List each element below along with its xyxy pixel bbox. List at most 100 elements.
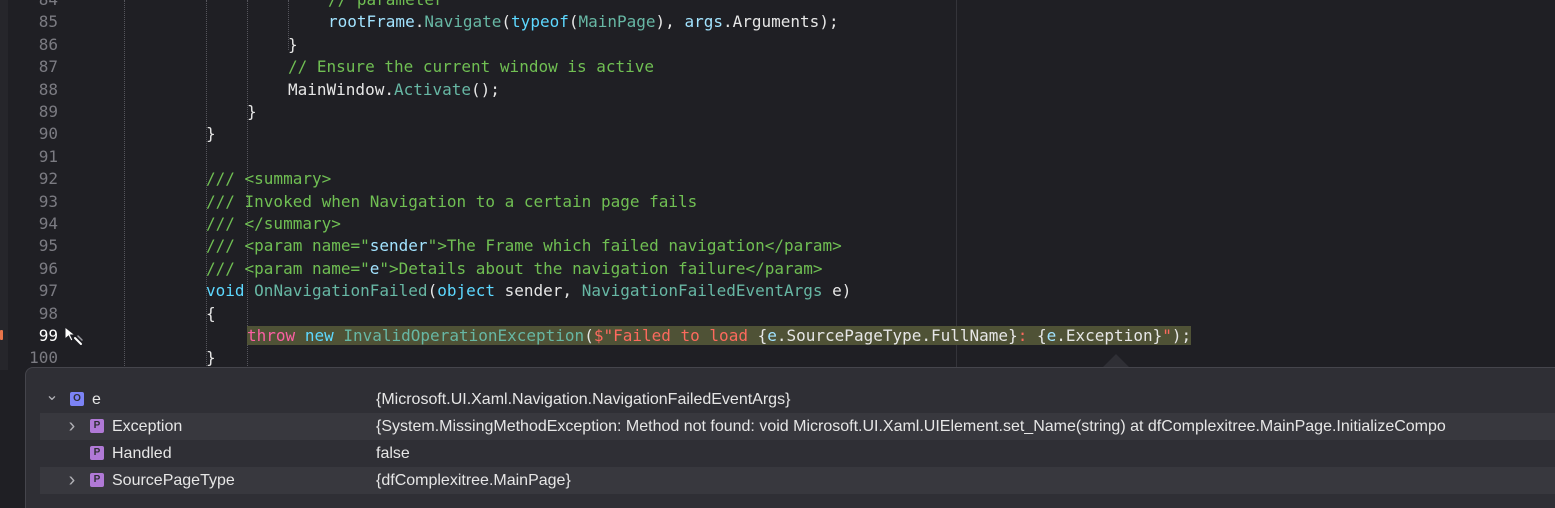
code-line[interactable]: 93 /// Invoked when Navigation to a certa… [0,191,1555,213]
code-token: /// </summary> [206,214,341,233]
datatip-row-e[interactable]: ⌄ Oe {Microsoft.UI.Xaml.Navigation.Navigat… [40,386,1555,413]
variable-value[interactable]: {dfComplexitree.MainPage} [376,467,1555,494]
chevron-down-icon[interactable]: ⌄ [44,386,60,413]
code-token: Navigate [424,12,502,32]
code-text: /// <param name="sender">The Frame which… [206,235,842,257]
code-text: /// <param name="e">Details about the na… [206,258,823,280]
line-number[interactable]: 92 [0,168,58,190]
code-token: MainPage [578,12,656,32]
code-text: } [247,101,257,123]
line-number[interactable]: 95 [0,235,58,257]
code-token: } [288,34,298,54]
code-token: e [369,258,380,278]
debug-pointer-icon [64,325,83,345]
code-line[interactable]: 98 { [0,303,1555,325]
code-token: .Exception} [1056,326,1163,345]
code-token: e [1046,326,1057,345]
datatip-pointer [1102,354,1130,368]
breakpoint-marker[interactable] [0,330,3,340]
code-token: } [247,102,257,121]
code-token: typeof [511,12,569,32]
code-text: /// <summary> [206,168,331,190]
chevron-right-icon[interactable]: › [64,467,80,494]
code-token: /// <param name=" [206,258,370,278]
code-token: { [1036,326,1047,345]
code-token: sender [369,236,428,256]
line-number[interactable]: 84 [0,0,58,11]
datatip-row-handled[interactable]: P Handled false [40,440,1555,467]
code-line[interactable]: 99 throw new InvalidOperationException($"… [0,325,1555,347]
code-line[interactable]: 91 [0,146,1555,168]
variable-datatip: ⌄ Oe {Microsoft.UI.Xaml.Navigation.Navigat… [25,367,1555,508]
code-text: void OnNavigationFailed(object sender, N… [206,280,851,302]
line-number[interactable]: 89 [0,101,58,123]
property-badge-icon: P [90,473,104,487]
line-number[interactable]: 88 [0,79,58,101]
code-token: $"Failed to load [593,326,758,345]
code-line[interactable]: 88 MainWindow.Activate(); [0,79,1555,101]
code-token: . [414,12,425,32]
line-number[interactable]: 86 [0,34,58,56]
code-line[interactable]: 87 // Ensure the current window is active [0,56,1555,78]
line-number[interactable]: 93 [0,191,58,213]
code-editor[interactable]: 84// parameter85rootFrame.Navigate(typeo… [0,0,1555,370]
code-token: new [304,326,334,345]
code-line[interactable]: 84 // parameter [0,0,1555,11]
code-line[interactable]: 95 /// <param name="sender">The Frame whi… [0,235,1555,257]
code-text: MainWindow.Activate(); [288,79,500,101]
code-token: rootFrame [328,12,415,32]
code-token: .Arguments); [722,12,839,32]
line-number[interactable]: 91 [0,146,58,168]
datatip-row-sourcepagetype[interactable]: › P SourcePageType {dfComplexitree.MainPage… [40,467,1555,494]
code-token: " [1162,326,1172,345]
variable-value[interactable]: {Microsoft.UI.Xaml.Navigation.Navigation… [376,386,1555,413]
line-number[interactable]: 98 [0,303,58,325]
code-token: . [384,79,394,99]
chevron-right-icon[interactable]: › [64,413,80,440]
line-number[interactable]: 87 [0,56,58,78]
code-line[interactable]: 92 /// <summary> [0,168,1555,190]
code-token: // parameter [328,0,444,9]
code-token: /// Invoked when Navigation to a certain… [206,191,698,211]
code-line[interactable]: 94 /// </summary> [0,213,1555,235]
property-badge-icon: P [90,419,104,433]
line-number[interactable]: 85 [0,11,58,33]
code-text: throw new InvalidOperationException($"Fa… [247,325,1192,347]
code-token: /// <param name=" [206,236,370,256]
code-text: // parameter [328,0,444,11]
code-text: } [288,34,298,56]
line-number[interactable]: 90 [0,123,58,145]
code-line[interactable]: 90} [0,123,1555,145]
variable-value[interactable]: {System.MissingMethodException: Method n… [376,413,1555,440]
code-token: args [684,12,723,32]
code-token: ( [501,12,512,32]
code-line[interactable]: 85 rootFrame.Navigate(typeof(MainPage), a… [0,11,1555,33]
line-number[interactable]: 96 [0,258,58,280]
variable-value[interactable]: false [376,440,1555,467]
code-token: ); [1171,326,1192,345]
code-token: NavigationFailedEventArgs [581,281,823,301]
line-number[interactable]: 94 [0,213,58,235]
code-token: ">Details about the navigation failure</… [379,258,823,278]
code-token: OnNavigationFailed [254,281,428,301]
variable-name: SourcePageType [112,472,235,489]
code-line[interactable]: 89} [0,101,1555,123]
code-token: } [206,348,216,368]
variable-name: Handled [112,445,172,462]
code-line[interactable]: 97 void OnNavigationFailed(object sender,… [0,280,1555,302]
code-token: } [206,124,216,144]
code-line[interactable]: 86} [0,34,1555,56]
code-token: Activate [393,79,472,99]
line-number[interactable]: 97 [0,280,58,302]
code-line[interactable]: 96 /// <param name="e">Details about the … [0,258,1555,280]
code-token: { [206,303,216,323]
property-badge-icon: P [90,446,104,460]
code-token: throw [247,326,296,345]
line-number[interactable]: 99 [0,325,58,347]
code-token: e) [822,281,852,301]
object-badge-icon: O [70,392,84,406]
code-token: ( [584,326,594,345]
code-text: /// Invoked when Navigation to a certain… [206,191,697,213]
datatip-row-exception[interactable]: › P Exception {System.MissingMethodExceptio… [40,413,1555,440]
code-token: object [437,281,495,301]
